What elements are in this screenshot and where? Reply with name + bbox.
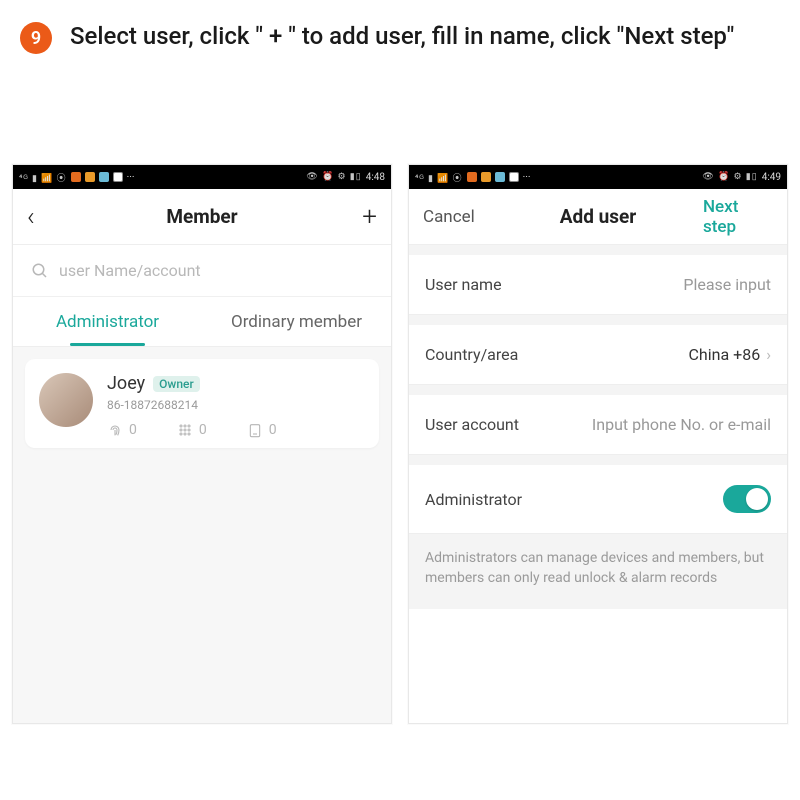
phone-pair: ⁴ᴳ ▮ 📶 ⦿ ··· 👁 ⏰ ⚙ ▮▯ 4:48 ‹ Member + [0, 64, 800, 724]
administrator-toggle[interactable] [723, 485, 771, 513]
tab-ordinary-member[interactable]: Ordinary member [202, 297, 391, 346]
app-icon [71, 172, 81, 182]
member-phone: 86-18872688214 [107, 398, 365, 412]
user-name-field[interactable]: User name Please input [409, 255, 787, 315]
app-icon [99, 172, 109, 182]
user-name-placeholder: Please input [683, 275, 771, 294]
member-screen: ⁴ᴳ ▮ 📶 ⦿ ··· 👁 ⏰ ⚙ ▮▯ 4:48 ‹ Member + [12, 164, 392, 724]
user-account-label: User account [425, 415, 519, 434]
status-time: 4:49 [762, 172, 781, 183]
country-label: Country/area [425, 345, 518, 364]
page-title: Member [97, 205, 307, 228]
tab-administrator[interactable]: Administrator [13, 297, 202, 346]
country-value: China +86 [689, 345, 761, 364]
add-user-navbar: Cancel Add user Next step [409, 189, 787, 245]
avatar [39, 373, 93, 427]
administrator-toggle-row: Administrator [409, 465, 787, 534]
member-card[interactable]: Joey Owner 86-18872688214 0 0 [25, 359, 379, 448]
app-icon [85, 172, 95, 182]
app-icon [481, 172, 491, 182]
user-name-label: User name [425, 275, 502, 294]
status-right-icons: 👁 ⏰ ⚙ ▮▯ [306, 172, 361, 182]
member-navbar: ‹ Member + [13, 189, 391, 245]
signal-icons: ⁴ᴳ ▮ 📶 ⦿ [19, 171, 67, 184]
app-icon [467, 172, 477, 182]
search-placeholder: user Name/account [59, 261, 201, 280]
chevron-right-icon: › [766, 345, 771, 364]
card-icon [247, 422, 263, 438]
status-bar: ⁴ᴳ ▮ 📶 ⦿ ··· 👁 ⏰ ⚙ ▮▯ 4:49 [409, 165, 787, 189]
keypad-count: 0 [177, 422, 207, 438]
signal-icons: ⁴ᴳ ▮ 📶 ⦿ [415, 171, 463, 184]
add-user-form: User name Please input Country/area Chin… [409, 245, 787, 609]
fingerprint-count: 0 [107, 422, 137, 438]
next-step-button[interactable]: Next step [703, 197, 773, 237]
cancel-button[interactable]: Cancel [423, 207, 475, 227]
search-input[interactable]: user Name/account [13, 245, 391, 297]
administrator-helper-text: Administrators can manage devices and me… [409, 534, 787, 609]
keypad-icon [177, 422, 193, 438]
card-count: 0 [247, 422, 277, 438]
app-icon [113, 172, 123, 182]
user-account-placeholder: Input phone No. or e-mail [592, 415, 771, 434]
instruction-header: 9 Select user, click " + " to add user, … [0, 0, 800, 64]
step-number-badge: 9 [20, 22, 52, 54]
owner-badge: Owner [153, 376, 200, 392]
back-button[interactable]: ‹ [27, 202, 35, 232]
status-right-icons: 👁 ⏰ ⚙ ▮▯ [702, 172, 757, 182]
status-time: 4:48 [366, 172, 385, 183]
search-icon [31, 262, 49, 280]
user-account-field[interactable]: User account Input phone No. or e-mail [409, 395, 787, 455]
page-title: Add user [493, 205, 703, 228]
member-tabs: Administrator Ordinary member [13, 297, 391, 347]
member-list: Joey Owner 86-18872688214 0 0 [13, 347, 391, 724]
app-icon [495, 172, 505, 182]
member-name: Joey [107, 373, 145, 394]
administrator-label: Administrator [425, 490, 522, 509]
status-bar: ⁴ᴳ ▮ 📶 ⦿ ··· 👁 ⏰ ⚙ ▮▯ 4:48 [13, 165, 391, 189]
country-area-field[interactable]: Country/area China +86 › [409, 325, 787, 385]
fingerprint-icon [107, 422, 123, 438]
instruction-text: Select user, click " + " to add user, fi… [70, 20, 734, 52]
add-user-button[interactable]: + [362, 202, 377, 232]
app-icon [509, 172, 519, 182]
add-user-screen: ⁴ᴳ ▮ 📶 ⦿ ··· 👁 ⏰ ⚙ ▮▯ 4:49 Cancel Add us… [408, 164, 788, 724]
